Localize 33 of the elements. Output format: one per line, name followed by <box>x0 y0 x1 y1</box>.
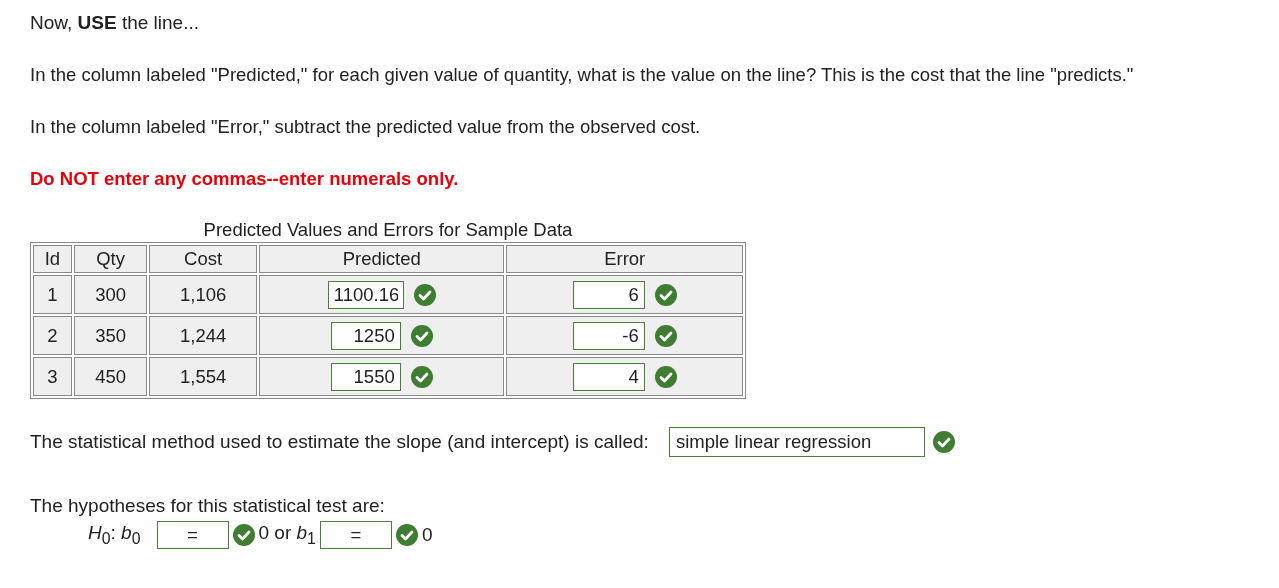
table-cell: 1,106 <box>149 275 257 314</box>
hypothesis-label: H$_{0}$: b$_{0}$ <box>88 522 141 548</box>
column-header: Qty <box>73 245 148 273</box>
intro-text: Now, USE the line... <box>30 11 200 35</box>
operator-field[interactable]: = <box>319 521 392 549</box>
warning-text: Do NOT enter any commas--enter numerals only. <box>30 167 460 191</box>
table-cell: 450 <box>73 357 148 396</box>
table-title: Predicted Values and Errors for Sample Data <box>203 218 573 242</box>
hypothesis-text: 0 <box>421 524 433 546</box>
table-cell: 1,244 <box>149 316 257 355</box>
column-header: Id <box>33 245 72 273</box>
table-cell: 1 <box>33 275 72 314</box>
predicted-field[interactable]: 1250 <box>330 321 401 350</box>
column-header: Error <box>506 245 743 273</box>
table-cell: 300 <box>73 275 148 314</box>
predicted-field[interactable]: 1100.16 <box>327 280 404 309</box>
instruction-text: In the column labeled "Predicted," for each given value of quantity, what is the value on the line? This is the cost that the line "predicts." <box>30 63 1135 87</box>
question-text: The hypotheses for this statistical test are: <box>30 494 386 518</box>
instruction-text: In the column labeled "Error," subtract the predicted value from the observed cost. <box>30 115 702 139</box>
column-header: Predicted <box>259 245 505 273</box>
error-field[interactable]: 4 <box>572 362 645 391</box>
answer-field[interactable]: simple linear regression <box>668 427 925 457</box>
table-cell: 1,554 <box>149 357 257 396</box>
question-text: The statistical method used to estimate the slope (and intercept) is called: <box>30 431 649 453</box>
table-cell: 3 <box>33 357 72 396</box>
predicted-field[interactable]: 1550 <box>330 362 401 391</box>
error-field[interactable]: 6 <box>572 280 645 309</box>
table-cell: 350 <box>73 316 148 355</box>
operator-field[interactable]: = <box>156 521 229 549</box>
hypothesis-text: 0 or b$_{1}$ <box>258 522 316 548</box>
table-cell: 2 <box>33 316 72 355</box>
column-header: Cost <box>149 245 257 273</box>
error-field[interactable]: -6 <box>572 321 645 350</box>
